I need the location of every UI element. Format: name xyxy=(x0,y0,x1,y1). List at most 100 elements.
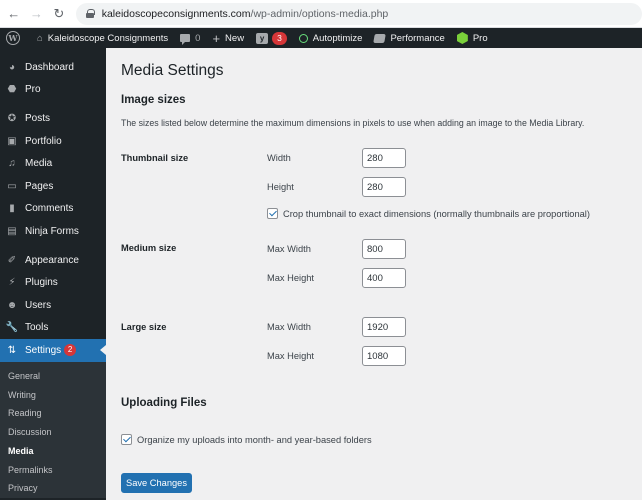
medium-height-label: Max Height xyxy=(267,273,315,283)
yoast-badge: 3 xyxy=(272,31,287,45)
wrench-icon: 🔧 xyxy=(5,322,19,334)
home-icon: ⌂ xyxy=(37,32,43,44)
sidebar-item-portfolio[interactable]: ▣ Portfolio xyxy=(0,130,106,153)
sidebar-item-label: Ninja Forms xyxy=(25,225,79,237)
lock-icon xyxy=(85,9,95,18)
medium-width-input[interactable] xyxy=(362,239,406,259)
thumbnail-size-label: Thumbnail size xyxy=(121,153,189,163)
pin-icon: ✪ xyxy=(7,112,17,124)
crop-thumbnail-label: Crop thumbnail to exact dimensions (norm… xyxy=(283,208,590,219)
site-name: Kaleidoscope Consignments xyxy=(47,32,169,44)
submenu-media[interactable]: Media xyxy=(0,441,106,460)
medium-height-input[interactable] xyxy=(362,268,406,288)
sidebar-item-label: Media xyxy=(25,158,53,170)
thumbnail-width-label: Width xyxy=(267,153,291,163)
performance-label: Performance xyxy=(390,32,445,44)
yoast-menu[interactable]: y 3 xyxy=(250,28,293,48)
pages-icon: ▭ xyxy=(7,180,17,192)
plus-icon: + xyxy=(212,30,221,46)
wp-logo-menu[interactable]: W xyxy=(0,28,31,48)
pro-menu[interactable]: Pro xyxy=(451,28,494,48)
forms-icon: ▤ xyxy=(7,225,17,237)
sidebar-item-label: Plugins xyxy=(25,277,58,289)
uploading-files-heading: Uploading Files xyxy=(121,397,207,409)
plugin-icon: ⚡ xyxy=(8,277,16,289)
large-size-label: Large size xyxy=(121,322,167,332)
sidebar-item-ninja-forms[interactable]: ▤ Ninja Forms xyxy=(0,220,106,243)
sidebar-item-label: Dashboard xyxy=(25,61,74,73)
medium-width-label: Max Width xyxy=(267,244,311,254)
arrow-right-icon[interactable]: → xyxy=(28,5,46,23)
arrow-left-icon[interactable]: ← xyxy=(5,5,23,23)
url-domain: kaleidoscopeconsignments.com xyxy=(101,7,251,20)
sidebar-item-label: Posts xyxy=(25,112,51,124)
submenu-reading[interactable]: Reading xyxy=(0,404,106,423)
performance-menu[interactable]: Performance xyxy=(368,28,450,48)
crop-thumbnail-option: Crop thumbnail to exact dimensions (norm… xyxy=(267,208,590,219)
sidebar-item-label: Users xyxy=(25,299,52,311)
image-sizes-description: The sizes listed below determine the max… xyxy=(121,118,585,128)
submenu-general[interactable]: General xyxy=(0,367,106,386)
settings-icon: ⇅ xyxy=(7,344,17,356)
pro-icon: ⬣ xyxy=(7,84,17,96)
user-icon: ☻ xyxy=(6,299,18,311)
submenu-writing[interactable]: Writing xyxy=(0,385,106,404)
sidebar-item-pro[interactable]: ⬣ Pro xyxy=(0,79,106,102)
page-title: Media Settings xyxy=(121,62,224,79)
large-width-input[interactable] xyxy=(362,317,406,337)
medium-size-label: Medium size xyxy=(121,243,177,253)
dashboard-icon: ◕ xyxy=(8,61,16,73)
sidebar-item-tools[interactable]: 🔧 Tools xyxy=(0,317,106,340)
wordpress-icon: W xyxy=(6,31,20,45)
large-height-label: Max Height xyxy=(267,351,315,361)
sidebar-item-label: Pro xyxy=(25,84,41,96)
sidebar-item-comments[interactable]: ▮ Comments xyxy=(0,198,106,221)
sidebar-item-label: Tools xyxy=(25,322,49,334)
sidebar-item-posts[interactable]: ✪ Posts xyxy=(0,107,106,130)
submenu-privacy[interactable]: Privacy xyxy=(0,479,106,498)
organize-uploads-checkbox[interactable] xyxy=(121,434,132,445)
brush-icon: ✐ xyxy=(7,254,17,266)
sidebar-item-label: Portfolio xyxy=(25,135,62,147)
sidebar-item-users[interactable]: ☻ Users xyxy=(0,294,106,317)
sidebar-item-appearance[interactable]: ✐ Appearance xyxy=(0,249,106,272)
reload-icon[interactable]: ↻ xyxy=(50,5,68,23)
new-label: New xyxy=(225,32,245,44)
autoptimize-label: Autoptimize xyxy=(312,32,363,44)
settings-submenu: General Writing Reading Discussion Media… xyxy=(0,361,106,498)
thumbnail-height-label: Height xyxy=(267,182,294,192)
sidebar-item-label: Comments xyxy=(25,203,74,215)
large-height-input[interactable] xyxy=(362,346,406,366)
address-bar[interactable]: kaleidoscopeconsignments.com/wp-admin/op… xyxy=(75,2,642,25)
large-width-label: Max Width xyxy=(267,322,311,332)
sidebar-item-pages[interactable]: ▭ Pages xyxy=(0,175,106,198)
status-circle-icon xyxy=(298,33,308,43)
sidebar-item-dashboard[interactable]: ◕ Dashboard xyxy=(0,56,106,79)
yoast-icon: y xyxy=(256,32,269,44)
browser-toolbar: ← → ↻ kaleidoscopeconsignments.com/wp-ad… xyxy=(0,0,642,28)
thumbnail-height-input[interactable] xyxy=(362,177,406,197)
organize-uploads-label: Organize my uploads into month- and year… xyxy=(137,434,372,445)
performance-icon xyxy=(373,33,387,43)
sidebar-item-label: Settings xyxy=(25,344,62,356)
sidebar-item-media[interactable]: ♫ Media xyxy=(0,152,106,175)
admin-sidebar: ◕ Dashboard ⬣ Pro ✪ Posts ▣ Portfolio ♫ … xyxy=(0,48,106,500)
crop-thumbnail-checkbox[interactable] xyxy=(267,208,278,219)
media-icon: ♫ xyxy=(8,158,16,170)
save-changes-button[interactable]: Save Changes xyxy=(121,473,192,493)
sidebar-item-plugins[interactable]: ⚡ Plugins xyxy=(0,271,106,294)
admin-bar: W ⌂ Kaleidoscope Consignments 0 + New y … xyxy=(0,28,642,48)
comment-icon: ▮ xyxy=(9,203,15,215)
submenu-permalinks[interactable]: Permalinks xyxy=(0,460,106,479)
site-name-link[interactable]: ⌂ Kaleidoscope Consignments xyxy=(31,28,174,48)
new-content-menu[interactable]: + New xyxy=(206,28,250,48)
portfolio-icon: ▣ xyxy=(7,135,17,147)
comments-link[interactable]: 0 xyxy=(174,28,206,48)
organize-uploads-option: Organize my uploads into month- and year… xyxy=(121,434,372,445)
comment-icon xyxy=(180,34,191,45)
sidebar-item-settings[interactable]: ⇅ Settings 2 xyxy=(0,339,106,362)
comments-count: 0 xyxy=(195,32,201,44)
submenu-discussion[interactable]: Discussion xyxy=(0,423,106,442)
thumbnail-width-input[interactable] xyxy=(362,148,406,168)
autoptimize-menu[interactable]: Autoptimize xyxy=(293,28,369,48)
